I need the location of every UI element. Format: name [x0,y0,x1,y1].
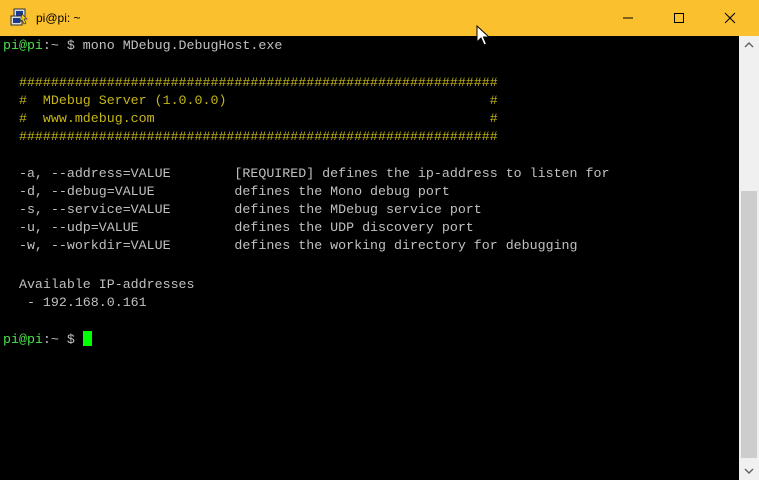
command-line: pi@pi:~ $ mono MDebug.DebugHost.exe [3,37,282,55]
scroll-down-button[interactable] [739,462,759,480]
banner-line: # MDebug Server (1.0.0.0) # [3,93,498,108]
minimize-icon [623,17,633,19]
banner-line: # www.mdebug.com # [3,111,498,126]
scrollbar-thumb[interactable] [741,191,757,458]
scroll-up-button[interactable] [739,36,759,54]
vertical-scrollbar[interactable] [739,36,759,480]
option-line: -u, --udp=VALUE defines the UDP discover… [3,220,474,235]
mouse-pointer-icon [476,25,490,46]
minimize-button[interactable] [605,0,651,36]
putty-icon[interactable] [10,8,28,26]
final-prompt-line: pi@pi:~ $ [3,331,92,349]
close-button[interactable] [707,0,753,36]
prompt-user-host: pi@pi [3,38,43,53]
prompt-user-host: pi@pi [3,332,43,347]
banner-line: ########################################… [3,129,498,144]
option-line: -d, --debug=VALUE defines the Mono debug… [3,184,450,199]
text-cursor [82,331,92,346]
ip-address: - 192.168.0.161 [3,295,147,310]
maximize-icon [674,13,684,23]
chevron-down-icon [744,468,754,474]
title-bar[interactable]: pi@pi: ~ [0,0,759,36]
maximize-button[interactable] [656,0,702,36]
ip-header: Available IP-addresses [3,277,195,292]
option-line: -a, --address=VALUE [REQUIRED] defines t… [3,166,610,181]
window-title: pi@pi: ~ [36,11,81,25]
prompt-path: :~ $ [42,332,83,347]
prompt-path: :~ $ [42,38,75,53]
command-text: mono MDebug.DebugHost.exe [74,38,283,53]
terminal-window: pi@pi: ~ pi@pi:~ $ mono MDebug.DebugHost… [0,0,759,480]
chevron-up-icon [744,42,754,48]
option-line: -s, --service=VALUE defines the MDebug s… [3,202,482,217]
banner-line: ########################################… [3,75,498,90]
close-icon [724,12,736,24]
option-line: -w, --workdir=VALUE defines the working … [3,238,578,253]
terminal-output[interactable]: pi@pi:~ $ mono MDebug.DebugHost.exe ####… [0,36,739,480]
